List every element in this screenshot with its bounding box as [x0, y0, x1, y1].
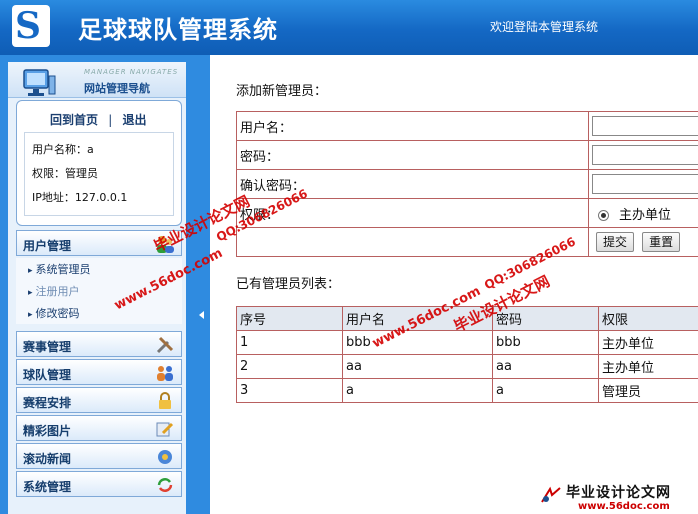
role-cell: 主办单位	[588, 198, 698, 228]
cell-index: 2	[236, 354, 343, 379]
cell-index: 1	[236, 330, 343, 355]
menu-schedule[interactable]: 赛程安排	[16, 387, 182, 413]
buttons-cell: 提交 重置	[588, 227, 698, 257]
menu-news[interactable]: 滚动新闻	[16, 443, 182, 469]
app-header: S 足球球队管理系统 欢迎登陆本管理系统	[0, 0, 698, 55]
tools-icon	[156, 336, 174, 354]
user-name-info: 用户名称：a	[32, 143, 94, 156]
refresh-icon	[157, 478, 173, 492]
cell-password: a	[492, 378, 599, 403]
table-row: 3 a a 管理员	[236, 378, 698, 403]
system-title: 足球球队管理系统	[78, 16, 278, 44]
welcome-text: 欢迎登陆本管理系统	[490, 20, 599, 34]
username-cell	[588, 111, 698, 141]
user-ip-info: IP地址：127.0.0.1	[32, 191, 128, 204]
lock-icon	[159, 392, 171, 409]
cell-password: aa	[492, 354, 599, 379]
menu-system[interactable]: 系统管理	[16, 471, 182, 497]
admin-list-title: 已有管理员列表：	[236, 277, 341, 292]
cell-username: a	[342, 378, 493, 403]
menu-news-label: 滚动新闻	[23, 452, 72, 466]
nav-english-title: MANAGER NAVIGATES	[84, 68, 179, 76]
confirm-password-input[interactable]	[592, 174, 698, 194]
password-label: 密码：	[236, 140, 589, 170]
footer-site-url: www.56doc.com	[578, 501, 670, 512]
table-row: 2 aa aa 主办单位	[236, 354, 698, 379]
footer-site-name: 毕业设计论文网	[566, 485, 671, 501]
monitor-icon	[23, 69, 56, 96]
submit-button[interactable]: 提交	[596, 232, 635, 252]
cell-username: bbb	[342, 330, 493, 355]
cell-username: aa	[342, 354, 493, 379]
submenu-item-admins[interactable]: 系统管理员	[28, 261, 91, 277]
team-icon	[157, 366, 173, 381]
submenu-item-registered-users[interactable]: 注册用户	[28, 283, 80, 299]
pencil-icon	[156, 422, 174, 437]
collapse-arrow-icon[interactable]	[199, 311, 204, 319]
role-radio[interactable]	[598, 209, 609, 221]
menu-gallery-label: 精彩图片	[23, 424, 72, 438]
menu-title: 用户管理	[23, 239, 72, 253]
link-separator: |	[108, 113, 113, 127]
username-label: 用户名：	[236, 111, 589, 141]
menu-gallery[interactable]: 精彩图片	[16, 415, 182, 441]
password-cell	[588, 140, 698, 170]
password-input[interactable]	[592, 145, 698, 165]
username-input[interactable]	[592, 116, 698, 136]
cell-role: 主办单位	[598, 354, 698, 379]
menu-events-label: 赛事管理	[23, 340, 72, 354]
menu-events[interactable]: 赛事管理	[16, 331, 182, 357]
menu-teams[interactable]: 球队管理	[16, 359, 182, 385]
logo-letter: S	[15, 5, 41, 47]
app-logo: S	[12, 5, 50, 47]
menu-schedule-label: 赛程安排	[23, 396, 72, 410]
cell-role: 管理员	[598, 378, 698, 403]
role-option-label: 主办单位	[619, 207, 672, 223]
reset-button[interactable]: 重置	[642, 232, 681, 252]
quick-links: 回到首页 | 退出	[50, 111, 146, 128]
cell-role: 主办单位	[598, 330, 698, 355]
menu-system-label: 系统管理	[23, 480, 72, 494]
menu-teams-label: 球队管理	[23, 368, 72, 382]
table-row: 1 bbb bbb 主办单位	[236, 330, 698, 355]
sidebar-collapse-strip[interactable]	[196, 55, 210, 514]
cell-index: 3	[236, 378, 343, 403]
cell-password: bbb	[492, 330, 599, 355]
confirm-password-cell	[588, 169, 698, 199]
user-role-info: 权限：管理员	[32, 167, 98, 180]
home-link[interactable]: 回到首页	[50, 111, 98, 128]
footer-logo-icon	[541, 486, 561, 503]
logout-link[interactable]: 退出	[122, 111, 146, 128]
submenu-item-change-password[interactable]: 修改密码	[28, 305, 80, 321]
add-admin-title: 添加新管理员：	[236, 84, 328, 99]
col-header-role: 权限	[598, 306, 698, 331]
col-header-index: 序号	[236, 306, 343, 331]
add-admin-form: 用户名： 密码： 确认密码： 权限： 主办单位 提交 重置	[236, 111, 698, 257]
network-icon	[158, 450, 172, 464]
nav-title: 网站管理导航	[84, 82, 150, 95]
